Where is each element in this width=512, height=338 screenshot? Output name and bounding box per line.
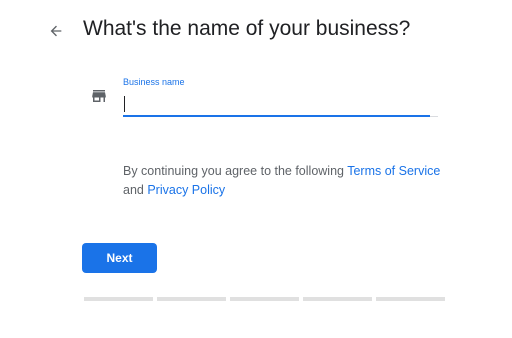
terms-of-service-link[interactable]: Terms of Service [347,164,440,178]
progress-step [303,297,372,301]
create-business-page: What's the name of your business? Busine… [0,0,512,338]
terms-notice-and: and [123,183,148,197]
terms-notice: By continuing you agree to the following… [123,162,443,200]
text-cursor [124,96,125,112]
business-name-label: Business name [123,77,185,87]
business-name-underline [123,115,430,117]
progress-step [376,297,445,301]
progress-step [157,297,226,301]
page-title: What's the name of your business? [83,17,411,40]
back-button[interactable] [44,19,68,43]
business-name-underline-rest [430,116,438,117]
progress-bar [84,297,445,301]
progress-step [84,297,153,301]
business-name-input[interactable] [123,92,430,114]
privacy-policy-link[interactable]: Privacy Policy [147,183,225,197]
arrow-back-icon [50,25,62,37]
next-button[interactable]: Next [82,243,157,273]
terms-notice-text: By continuing you agree to the following [123,164,348,178]
progress-step [230,297,299,301]
storefront-icon [92,90,106,102]
